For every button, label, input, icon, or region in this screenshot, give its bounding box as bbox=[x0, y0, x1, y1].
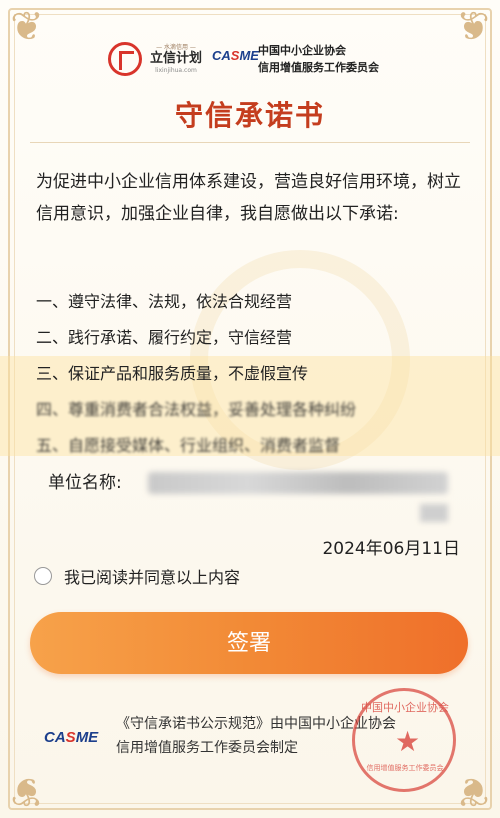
agree-radio[interactable] bbox=[34, 567, 52, 585]
official-seal: 中国中小企业协会 ★ 信用增值服务工作委员会 bbox=[352, 688, 456, 792]
promise-item: 五、自愿接受媒体、行业组织、消费者监督 bbox=[36, 436, 341, 455]
casme-logo: CASME bbox=[212, 48, 259, 63]
unit-name-value-redacted bbox=[148, 472, 448, 494]
intro-text: 为促进中小企业信用体系建设，营造良好信用环境，树立信用意识，加强企业自律，我自愿… bbox=[36, 172, 461, 224]
association-name: 中国中小企业协会 信用增值服务工作委员会 bbox=[258, 42, 379, 76]
logo-url: lixinjihua.com bbox=[155, 67, 197, 74]
association-line1: 中国中小企业协会 bbox=[258, 44, 346, 57]
seal-star-icon: ★ bbox=[395, 725, 421, 758]
agree-label[interactable]: 我已阅读并同意以上内容 bbox=[64, 564, 240, 588]
promise-list: 一、遵守法律、法规，依法合规经营 二、践行承诺、履行约定，守信经营 三、保证产品… bbox=[36, 284, 466, 464]
sign-date: 2024年06月11日 bbox=[322, 539, 460, 559]
agree-checkbox-row[interactable]: 我已阅读并同意以上内容 bbox=[34, 565, 240, 587]
unit-name-value-redacted bbox=[420, 504, 448, 522]
promise-item: 二、践行承诺、履行约定，守信经营 bbox=[36, 328, 293, 347]
unit-name-label: 单位名称: bbox=[48, 473, 122, 493]
corner-ornament-icon: ❦ bbox=[10, 768, 44, 814]
page-title: 守信承诺书 bbox=[174, 99, 325, 132]
logo-name: 立信计划 bbox=[149, 51, 202, 66]
promise-item: 四、尊重消费者合法权益，妥善处理各种纠纷 bbox=[36, 400, 357, 419]
footer-casme-logo: CASME bbox=[44, 729, 99, 746]
promise-item: 一、遵守法律、法规，依法合规经营 bbox=[36, 292, 293, 311]
sign-button[interactable]: 签署 bbox=[30, 612, 468, 674]
unit-name-row: 单位名称: bbox=[48, 468, 122, 498]
lixin-logo-text: — 水滴信用 — 立信计划 lixinjihua.com bbox=[146, 42, 206, 74]
header: — 水滴信用 — 立信计划 lixinjihua.com CASME 中国中小企… bbox=[0, 38, 500, 82]
divider bbox=[30, 142, 470, 143]
seal-top-text: 中国中小企业协会 bbox=[361, 701, 449, 714]
lixin-logo-icon bbox=[108, 42, 142, 76]
association-line2: 信用增值服务工作委员会 bbox=[258, 61, 379, 74]
promise-item: 三、保证产品和服务质量，不虚假宣传 bbox=[36, 364, 309, 383]
logo-tagline: — 水滴信用 — bbox=[156, 44, 196, 51]
seal-bottom-text: 信用增值服务工作委员会 bbox=[366, 764, 444, 772]
corner-ornament-icon: ❦ bbox=[456, 768, 490, 814]
